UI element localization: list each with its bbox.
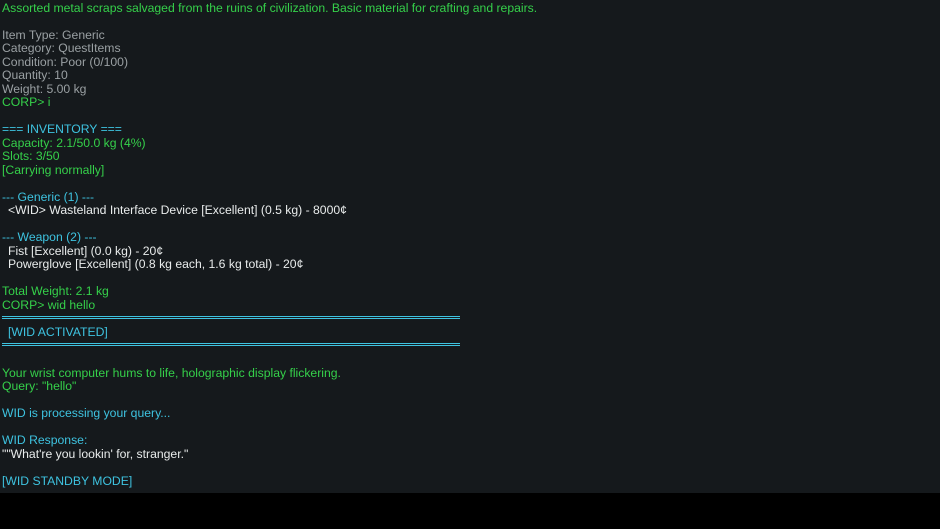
terminal-output[interactable]: Assorted metal scraps salvaged from the … <box>0 0 940 493</box>
wid-query: Query: "hello" <box>2 379 77 393</box>
item-description: Assorted metal scraps salvaged from the … <box>2 1 538 15</box>
total-weight: Total Weight: 2.1 kg <box>2 284 109 298</box>
inventory-item: Powerglove [Excellent] (0.8 kg each, 1.6… <box>8 257 304 271</box>
wid-activated-banner: [WID ACTIVATED] <box>8 325 108 339</box>
item-condition: Condition: Poor (0/100) <box>2 55 129 69</box>
inventory-capacity: Capacity: 2.1/50.0 kg (4%) <box>2 136 146 150</box>
inventory-item: <WID> Wasteland Interface Device [Excell… <box>8 203 347 217</box>
generic-section-header: --- Generic (1) --- <box>2 190 95 204</box>
wid-standby: [WID STANDBY MODE] <box>2 474 133 488</box>
item-weight: Weight: 5.00 kg <box>2 82 87 96</box>
item-quantity: Quantity: 10 <box>2 68 68 82</box>
wid-processing: WID is processing your query... <box>2 406 171 420</box>
wid-hum-message: Your wrist computer hums to life, hologr… <box>2 366 341 380</box>
item-category: Category: QuestItems <box>2 41 121 55</box>
inventory-slots: Slots: 3/50 <box>2 149 60 163</box>
wid-response-text: ""What're you lookin' for, stranger." <box>2 447 189 461</box>
separator-bottom <box>2 343 460 346</box>
inventory-status: [Carrying normally] <box>2 163 105 177</box>
separator-top <box>2 316 460 319</box>
inventory-item: Fist [Excellent] (0.0 kg) - 20¢ <box>8 244 164 258</box>
wid-response-label: WID Response: <box>2 433 88 447</box>
command-inventory: CORP> i <box>2 95 51 109</box>
inventory-header: === INVENTORY === <box>2 122 122 136</box>
command-wid-hello: CORP> wid hello <box>2 298 96 312</box>
bottom-bar <box>0 493 940 529</box>
weapon-section-header: --- Weapon (2) --- <box>2 230 97 244</box>
item-type: Item Type: Generic <box>2 28 105 42</box>
